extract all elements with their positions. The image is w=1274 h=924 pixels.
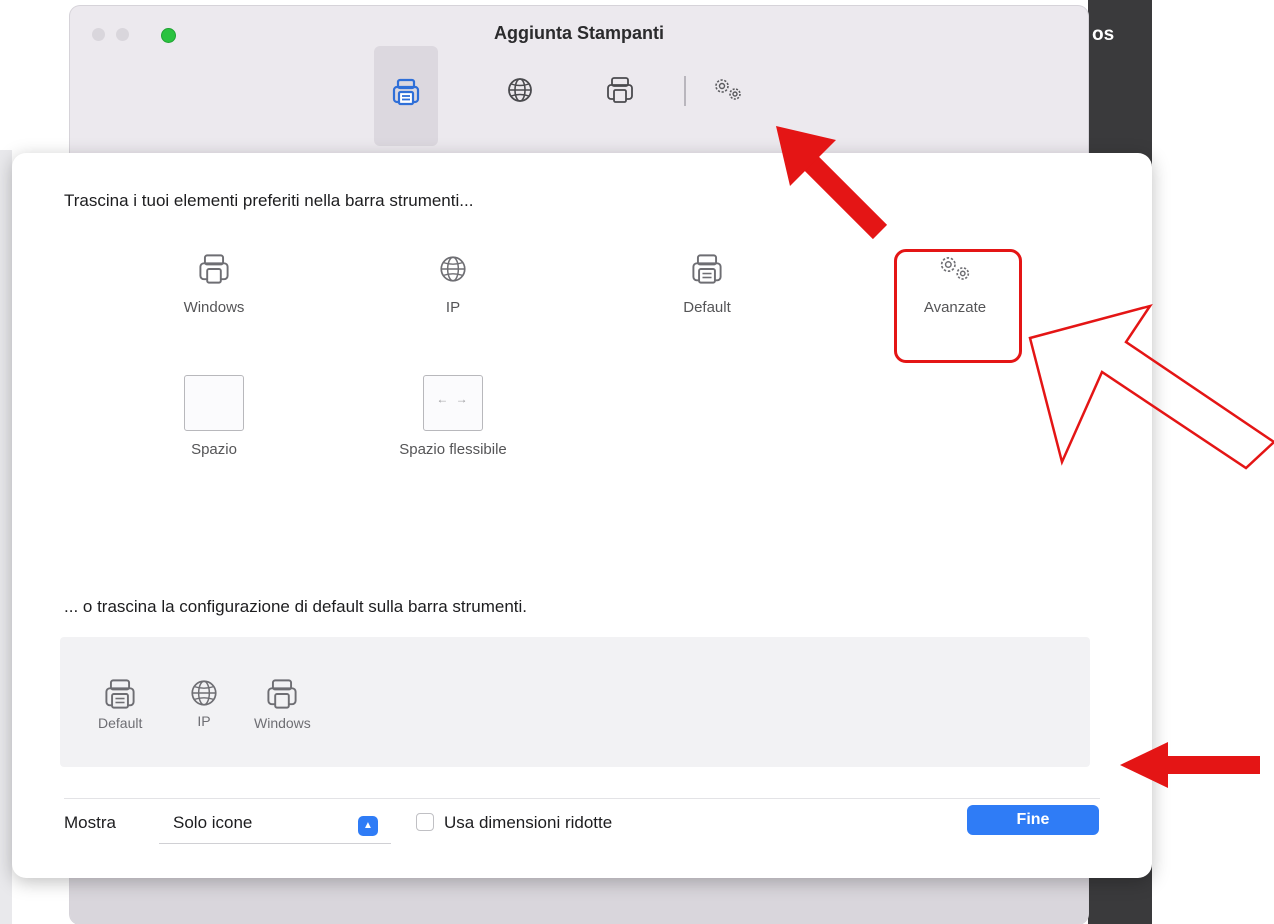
default-set-item-default: Default bbox=[98, 677, 142, 731]
toolbar-advanced-button[interactable] bbox=[710, 72, 746, 108]
default-set-item-windows: Windows bbox=[254, 677, 311, 731]
display-mode-select[interactable]: Solo icone ▲ bbox=[159, 803, 391, 844]
globe-icon bbox=[440, 256, 466, 282]
instruction-drag-items: Trascina i tuoi elementi preferiti nella… bbox=[64, 191, 474, 210]
show-label: Mostra bbox=[64, 813, 116, 832]
palette-item-space[interactable]: Spazio bbox=[139, 375, 289, 458]
globe-icon bbox=[191, 680, 217, 706]
space-placeholder bbox=[184, 375, 244, 431]
palette-item-label: Spazio flessibile bbox=[399, 441, 507, 458]
palette-item-label: Spazio bbox=[191, 441, 237, 458]
default-set-item-label: IP bbox=[197, 713, 211, 729]
toolbar-separator bbox=[684, 76, 686, 106]
palette-item-label: IP bbox=[445, 299, 461, 316]
screenshot: os Aggiunta Stampanti Trascina i tuoi el… bbox=[0, 0, 1274, 924]
desktop-window-label: os bbox=[1092, 24, 1115, 45]
printer-icon bbox=[267, 679, 297, 709]
small-size-checkbox[interactable] bbox=[416, 813, 434, 831]
display-mode-value: Solo icone bbox=[173, 813, 253, 832]
palette-item-flexible-space[interactable]: ← → Spazio flessibile bbox=[378, 375, 528, 458]
window-bottom-bar bbox=[70, 878, 1088, 924]
default-toolbar-set[interactable]: Default IP Windows bbox=[60, 637, 1090, 767]
instruction-drag-default: ... o trascina la configurazione di defa… bbox=[64, 597, 528, 616]
printer-icon bbox=[199, 254, 229, 284]
window-title: Aggiunta Stampanti bbox=[494, 23, 664, 43]
annotation-highlight-box bbox=[894, 249, 1022, 363]
printer-icon bbox=[105, 679, 135, 709]
select-stepper-icon[interactable]: ▲ bbox=[358, 816, 378, 836]
palette-item-ip[interactable]: IP bbox=[378, 245, 528, 316]
toolbar-windows-button[interactable] bbox=[602, 72, 638, 108]
default-set-item-ip: IP bbox=[188, 677, 220, 729]
footer-divider bbox=[64, 798, 1100, 799]
default-set-item-label: Windows bbox=[254, 715, 311, 731]
printer-icon bbox=[392, 78, 420, 106]
palette-item-windows[interactable]: Windows bbox=[139, 245, 289, 316]
toolbar-default-button[interactable] bbox=[374, 46, 438, 146]
desktop-edge-left bbox=[0, 150, 12, 924]
palette-item-default[interactable]: Default bbox=[632, 245, 782, 316]
printer-icon bbox=[692, 254, 722, 284]
customize-toolbar-sheet: Trascina i tuoi elementi preferiti nella… bbox=[12, 153, 1152, 878]
globe-icon bbox=[508, 78, 532, 102]
palette-item-label: Windows bbox=[183, 299, 245, 316]
done-button[interactable]: Fine bbox=[967, 805, 1099, 835]
printer-icon bbox=[607, 77, 633, 103]
small-size-checkbox-label[interactable]: Usa dimensioni ridotte bbox=[444, 813, 612, 833]
default-set-item-label: Default bbox=[98, 715, 143, 731]
flexible-space-placeholder: ← → bbox=[423, 375, 483, 431]
palette-item-label: Default bbox=[683, 299, 731, 316]
gears-icon bbox=[715, 79, 741, 100]
toolbar-ip-button[interactable] bbox=[502, 72, 538, 108]
double-arrow-icon: ← → bbox=[436, 392, 470, 406]
